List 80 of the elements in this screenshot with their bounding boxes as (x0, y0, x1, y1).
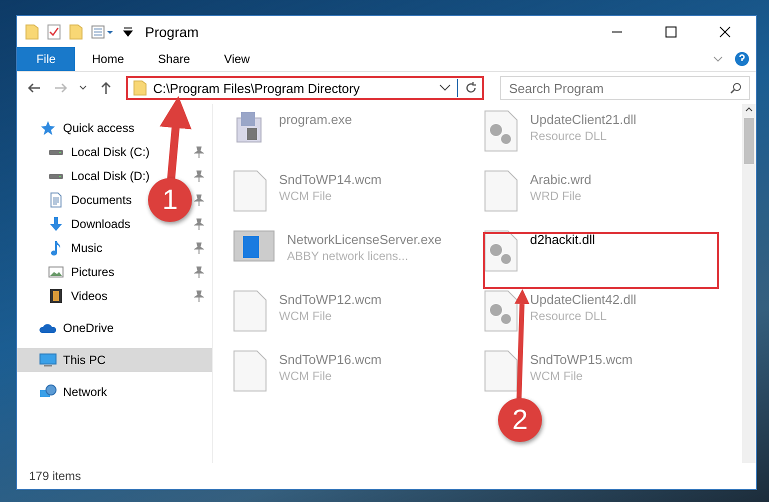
sidebar-item[interactable]: OneDrive (63, 321, 114, 335)
close-icon (719, 26, 731, 38)
window-icon (233, 230, 275, 262)
sidebar-item[interactable]: Downloads (71, 217, 130, 231)
file-name[interactable]: NetworkLicenseServer.exe (287, 232, 442, 247)
file-type: WCM File (530, 369, 584, 383)
item-count: 179 items (29, 469, 82, 483)
file-type: WCM File (279, 189, 333, 203)
pin-icon[interactable] (194, 290, 204, 302)
pin-icon[interactable] (194, 194, 204, 206)
refresh-icon[interactable] (464, 81, 478, 95)
properties-icon[interactable] (91, 24, 115, 38)
minimize-icon (612, 30, 622, 32)
maximize-icon (665, 26, 677, 38)
checklist-icon[interactable] (47, 24, 61, 40)
file-name[interactable]: SndToWP15.wcm (530, 352, 633, 367)
document-icon (48, 192, 64, 208)
star-icon (40, 120, 56, 136)
download-icon (48, 216, 64, 232)
file-name[interactable]: UpdateClient21.dll (530, 112, 636, 127)
search-icon (730, 82, 742, 94)
up-arrow-icon (100, 81, 112, 95)
drive-icon (49, 150, 63, 154)
monitor-icon (39, 352, 57, 368)
drive-icon (49, 174, 63, 178)
file-name[interactable]: SndToWP16.wcm (279, 352, 382, 367)
file-name[interactable]: Arabic.wrd (530, 172, 592, 187)
sidebar-item[interactable]: Pictures (71, 265, 114, 279)
chevron-down-icon[interactable] (439, 84, 452, 92)
back-arrow-icon (26, 82, 41, 94)
gears-file-icon (484, 110, 518, 152)
file-type: WCM File (279, 309, 333, 323)
file-name[interactable]: d2hackit.dll (530, 232, 596, 247)
scroll-thumb[interactable] (744, 118, 754, 164)
sidebar-item[interactable]: Local Disk (D:) (71, 169, 150, 183)
gears-file-icon (484, 290, 518, 332)
gears-file-icon (484, 230, 518, 272)
file-type: Resource DLL (530, 309, 608, 323)
search-field[interactable]: Search Program (500, 76, 750, 100)
cloud-icon (39, 322, 57, 334)
blank-file-icon (233, 170, 267, 212)
picture-icon (48, 264, 64, 280)
pin-icon[interactable] (194, 170, 204, 182)
file-name[interactable]: UpdateClient42.dll (530, 292, 636, 307)
network-icon (39, 384, 57, 400)
film-icon (48, 288, 64, 304)
new-folder-icon (69, 24, 83, 40)
sidebar-item[interactable]: Documents (71, 193, 132, 207)
blank-file-icon (233, 290, 267, 332)
file-type: WRD File (530, 189, 582, 203)
sidebar-item[interactable]: This PC (17, 348, 212, 372)
sidebar-item[interactable]: Network (63, 385, 108, 399)
dropdown-icon[interactable] (123, 26, 133, 36)
file-name[interactable]: program.exe (279, 112, 352, 127)
folder-icon (133, 80, 148, 96)
pin-icon[interactable] (194, 146, 204, 158)
sidebar-item[interactable]: Local Disk (C:) (71, 145, 150, 159)
file-name[interactable]: SndToWP12.wcm (279, 292, 382, 307)
chevron-down-icon (79, 85, 88, 91)
ribbon-tab[interactable]: File (17, 47, 75, 71)
forward-arrow-icon (54, 82, 68, 94)
blank-file-icon (484, 170, 518, 212)
pin-icon[interactable] (194, 218, 204, 230)
ribbon-tab[interactable]: Home (75, 47, 142, 71)
sidebar-item[interactable]: Music (71, 241, 102, 255)
file-type: Resource DLL (530, 129, 608, 143)
file-type: ABBY network licens... (287, 249, 410, 263)
ribbon-tab[interactable]: View (207, 47, 267, 71)
pin-icon[interactable] (194, 266, 204, 278)
file-name[interactable]: SndToWP14.wcm (279, 172, 382, 187)
folder-icon (25, 24, 39, 40)
blank-file-icon (484, 350, 518, 392)
ribbon-tab[interactable]: Share (141, 47, 208, 71)
window-title: Program (145, 24, 200, 40)
address-field[interactable]: C:\Program Files\Program Directory (126, 76, 484, 100)
pin-icon[interactable] (194, 242, 204, 254)
blank-file-icon (233, 350, 267, 392)
sidebar-item[interactable]: Quick access (63, 121, 134, 135)
file-type: WCM File (279, 369, 333, 383)
sidebar-item[interactable]: Videos (71, 289, 108, 303)
